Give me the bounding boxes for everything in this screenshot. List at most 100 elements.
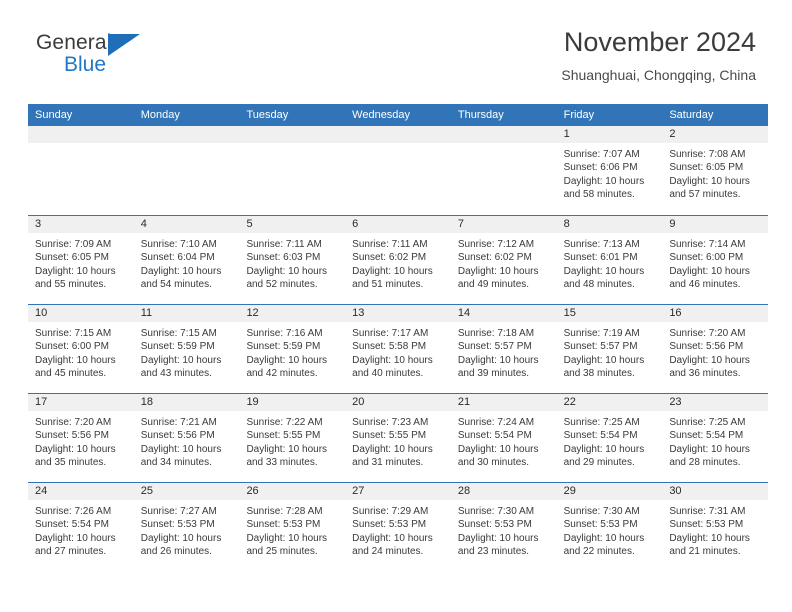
day-detail-line: Sunrise: 7:19 AM [563,328,640,339]
day-number: 18 [140,396,153,408]
day-detail-line: Sunrise: 7:31 AM [669,506,746,517]
calendar-day-cell[interactable]: 26 Sunrise: 7:28 AM Sunset: 5:53 PM Dayligh… [239,483,346,571]
day-number: 15 [563,307,576,319]
day-detail-lines: Sunrise: 7:11 AM Sunset: 6:02 PM Daylight:… [345,233,451,291]
day-detail-line: Sunrise: 7:11 AM [246,239,322,250]
day-detail-lines: Sunrise: 7:18 AM Sunset: 5:57 PM Daylight:… [451,322,557,380]
day-detail-line: Daylight: 10 hours [457,265,539,277]
calendar-day-cell[interactable]: 15 Sunrise: 7:19 AM Sunset: 5:57 PM Dayligh… [556,305,663,393]
day-number: 11 [140,307,153,319]
day-number-band: 25 [133,483,240,500]
day-detail-line: Daylight: 10 hours [246,354,328,366]
calendar-day-cell[interactable]: 29 Sunrise: 7:30 AM Sunset: 5:53 PM Dayligh… [556,483,663,571]
day-number: 22 [563,396,576,408]
day-detail-lines: Sunrise: 7:30 AM Sunset: 5:53 PM Daylight:… [451,500,557,558]
calendar-day-cell[interactable]: 30 Sunrise: 7:31 AM Sunset: 5:53 PM Dayligh… [662,483,769,571]
day-detail-line: and 29 minutes. [563,456,635,468]
day-number: 16 [669,307,682,319]
calendar-day-cell[interactable]: 14 Sunrise: 7:18 AM Sunset: 5:57 PM Dayligh… [450,305,557,393]
calendar-day-cell[interactable]: 28 Sunrise: 7:30 AM Sunset: 5:53 PM Dayligh… [450,483,557,571]
generalblue-logo[interactable]: General Blue [36,32,166,88]
calendar-day-cell[interactable]: 27 Sunrise: 7:29 AM Sunset: 5:53 PM Dayligh… [345,483,451,571]
day-detail-line: Sunset: 5:57 PM [457,341,532,353]
calendar-day-cell[interactable]: 4 Sunrise: 7:10 AM Sunset: 6:04 PM Daylight… [133,216,240,304]
day-number-band [239,126,346,143]
weekday-header-thursday: Thursday [457,109,504,121]
calendar-day-cell[interactable]: 7 Sunrise: 7:12 AM Sunset: 6:02 PM Daylight… [450,216,557,304]
day-detail-line: Daylight: 10 hours [669,443,750,455]
calendar-day-cell[interactable]: 6 Sunrise: 7:11 AM Sunset: 6:02 PM Daylight… [345,216,451,304]
day-detail-line: Sunset: 5:57 PM [563,341,638,353]
day-detail-line: and 48 minutes. [563,278,635,290]
day-detail-line: and 43 minutes. [140,367,212,379]
calendar-day-cell[interactable]: 12 Sunrise: 7:16 AM Sunset: 5:59 PM Dayligh… [239,305,346,393]
day-number-band: 27 [345,483,451,500]
day-detail-line: and 22 minutes. [563,545,635,557]
day-number: 4 [140,218,147,230]
day-number-band: 5 [239,216,346,233]
day-number: 24 [35,485,48,497]
day-number-band [28,126,134,143]
calendar-day-cell[interactable]: 19 Sunrise: 7:22 AM Sunset: 5:55 PM Dayligh… [239,394,346,482]
day-detail-line: and 54 minutes. [140,278,212,290]
weekday-header-saturday: Saturday [669,109,714,121]
calendar-day-cell[interactable]: 21 Sunrise: 7:24 AM Sunset: 5:54 PM Dayligh… [450,394,557,482]
day-detail-line: Sunset: 5:59 PM [140,341,215,353]
calendar-day-cell[interactable]: 10 Sunrise: 7:15 AM Sunset: 6:00 PM Dayligh… [28,305,134,393]
day-detail-lines: Sunrise: 7:09 AM Sunset: 6:05 PM Daylight:… [28,233,134,291]
day-detail-line: Sunrise: 7:11 AM [352,239,428,250]
day-number: 23 [669,396,682,408]
day-detail-line: Daylight: 10 hours [669,354,750,366]
calendar-day-cell[interactable]: 5 Sunrise: 7:11 AM Sunset: 6:03 PM Daylight… [239,216,346,304]
day-number: 2 [669,128,676,140]
weekday-header-friday: Friday [563,109,595,121]
day-detail-lines: Sunrise: 7:25 AM Sunset: 5:54 PM Daylight:… [662,411,768,469]
day-number: 20 [352,396,365,408]
calendar-day-cell[interactable]: 8 Sunrise: 7:13 AM Sunset: 6:01 PM Daylight… [556,216,663,304]
day-detail-line: Sunset: 5:54 PM [35,519,109,531]
day-number-band: 16 [662,305,769,322]
day-detail-line: Sunset: 5:54 PM [563,430,638,442]
calendar-day-cell[interactable]: 2 Sunrise: 7:08 AM Sunset: 6:05 PM Daylight… [662,126,769,215]
day-detail-line: Sunrise: 7:20 AM [35,417,112,428]
calendar-day-cell[interactable]: 20 Sunrise: 7:23 AM Sunset: 5:55 PM Dayligh… [345,394,451,482]
day-detail-lines [28,143,134,148]
day-detail-lines: Sunrise: 7:25 AM Sunset: 5:54 PM Daylight:… [557,411,663,469]
day-detail-line: Daylight: 10 hours [457,354,539,366]
calendar-day-cell[interactable]: 13 Sunrise: 7:17 AM Sunset: 5:58 PM Dayligh… [345,305,451,393]
calendar-week-row: 3 Sunrise: 7:09 AM Sunset: 6:05 PM Daylight… [28,215,769,304]
day-detail-line: Sunset: 6:02 PM [352,252,427,264]
calendar-day-cell[interactable]: 11 Sunrise: 7:15 AM Sunset: 5:59 PM Dayligh… [133,305,240,393]
day-detail-line: Sunset: 5:54 PM [669,430,744,442]
calendar-day-cell[interactable]: 22 Sunrise: 7:25 AM Sunset: 5:54 PM Dayligh… [556,394,663,482]
day-detail-line: Sunset: 6:02 PM [457,252,532,264]
page-header: General Blue November 2024 Shuanghuai, C… [28,26,768,96]
day-detail-lines: Sunrise: 7:08 AM Sunset: 6:05 PM Daylight:… [662,143,768,201]
day-detail-line: Daylight: 10 hours [35,265,116,277]
day-number-band [133,126,240,143]
calendar-day-cell[interactable]: 23 Sunrise: 7:25 AM Sunset: 5:54 PM Dayligh… [662,394,769,482]
day-number-band: 30 [662,483,769,500]
day-detail-lines: Sunrise: 7:31 AM Sunset: 5:53 PM Daylight:… [662,500,768,558]
calendar-day-cell[interactable]: 3 Sunrise: 7:09 AM Sunset: 6:05 PM Daylight… [28,216,134,304]
calendar-day-cell[interactable]: 16 Sunrise: 7:20 AM Sunset: 5:56 PM Dayligh… [662,305,769,393]
day-detail-line: Daylight: 10 hours [140,354,222,366]
calendar-day-cell-empty [450,126,557,215]
day-number: 5 [246,218,253,230]
calendar-day-cell[interactable]: 24 Sunrise: 7:26 AM Sunset: 5:54 PM Dayligh… [28,483,134,571]
calendar-day-cell-empty [28,126,134,215]
calendar-day-cell[interactable]: 17 Sunrise: 7:20 AM Sunset: 5:56 PM Dayligh… [28,394,134,482]
calendar-day-cell[interactable]: 9 Sunrise: 7:14 AM Sunset: 6:00 PM Daylight… [662,216,769,304]
day-detail-line: Daylight: 10 hours [140,443,222,455]
calendar-day-cell[interactable]: 1 Sunrise: 7:07 AM Sunset: 6:06 PM Daylight… [556,126,663,215]
day-detail-line: Sunrise: 7:16 AM [246,328,323,339]
day-number-band: 19 [239,394,346,411]
calendar-day-cell[interactable]: 25 Sunrise: 7:27 AM Sunset: 5:53 PM Dayligh… [133,483,240,571]
day-detail-line: Sunset: 5:58 PM [352,341,427,353]
day-detail-line: and 24 minutes. [352,545,424,557]
calendar-day-cell[interactable]: 18 Sunrise: 7:21 AM Sunset: 5:56 PM Dayligh… [133,394,240,482]
day-detail-line: and 33 minutes. [246,456,318,468]
day-detail-line: Sunset: 5:53 PM [669,519,744,531]
day-number-band: 2 [662,126,769,143]
day-detail-lines: Sunrise: 7:19 AM Sunset: 5:57 PM Daylight:… [557,322,663,380]
